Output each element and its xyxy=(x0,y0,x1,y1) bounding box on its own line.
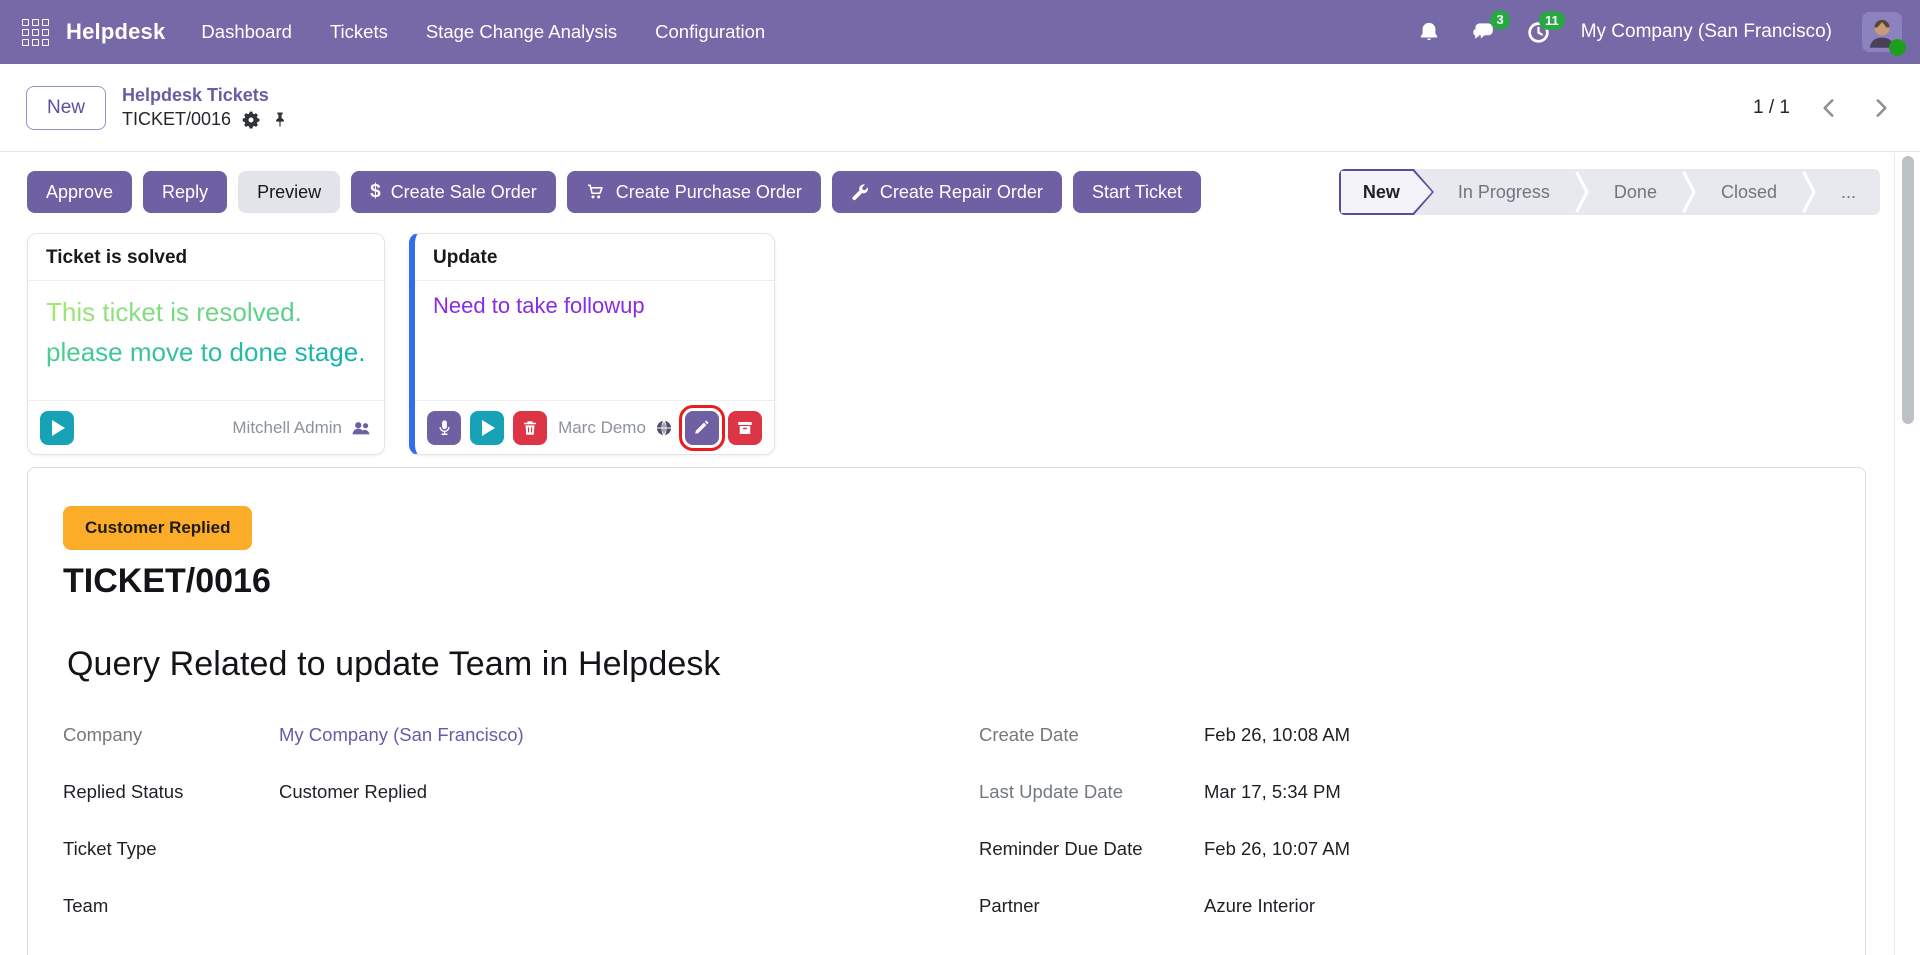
field-create-date: Create Date Feb 26, 10:08 AM xyxy=(979,724,1830,781)
play-audio-button[interactable] xyxy=(40,411,74,445)
reply-button[interactable]: Reply xyxy=(143,171,227,213)
menu-stage-change-analysis[interactable]: Stage Change Analysis xyxy=(426,21,617,43)
field-reminder-due-date: Reminder Due Date Feb 26, 10:07 AM xyxy=(979,838,1830,895)
archive-button[interactable] xyxy=(728,411,762,445)
note-card-update: Update Need to take followup Marc Demo xyxy=(409,233,775,455)
stage-separator xyxy=(1801,169,1817,215)
note-footer: Marc Demo xyxy=(415,400,774,454)
fields-left-column: Company My Company (San Francisco) Repli… xyxy=(63,724,979,955)
create-sale-order-button[interactable]: $ Create Sale Order xyxy=(351,171,556,213)
top-navbar: Helpdesk Dashboard Tickets Stage Change … xyxy=(0,0,1920,64)
field-replied-status: Replied Status Customer Replied xyxy=(63,781,979,838)
field-partner: Partner Azure Interior xyxy=(979,895,1830,952)
preview-button[interactable]: Preview xyxy=(238,171,340,213)
ticket-reference[interactable]: TICKET/0016 xyxy=(63,562,1830,601)
vertical-scrollbar[interactable] xyxy=(1894,153,1920,955)
create-repair-order-button[interactable]: Create Repair Order xyxy=(832,171,1062,213)
menu-dashboard[interactable]: Dashboard xyxy=(201,21,292,43)
note-cards-row: Ticket is solved This ticket is resolved… xyxy=(0,215,1920,455)
app-title: Helpdesk xyxy=(66,19,165,45)
field-grid: Company My Company (San Francisco) Repli… xyxy=(63,724,1830,955)
note-title: Ticket is solved xyxy=(28,234,384,281)
company-link[interactable]: My Company (San Francisco) xyxy=(279,724,979,748)
note-body: This ticket is resolved. please move to … xyxy=(28,281,384,400)
messages-count-badge: 3 xyxy=(1490,10,1509,30)
apps-grid-icon[interactable] xyxy=(20,17,50,47)
activities-clock-icon[interactable]: 11 xyxy=(1526,20,1551,45)
navbar-systray: 3 11 My Company (San Francisco) xyxy=(1418,12,1902,52)
record-pager: 1 / 1 xyxy=(1753,95,1894,121)
gear-icon[interactable] xyxy=(241,110,261,130)
stage-new[interactable]: New xyxy=(1339,169,1434,215)
menu-tickets[interactable]: Tickets xyxy=(330,21,388,43)
field-company: Company My Company (San Francisco) xyxy=(63,724,979,781)
note-author: Mitchell Admin xyxy=(232,417,372,439)
stage-closed[interactable]: Closed xyxy=(1697,169,1801,215)
microphone-button[interactable] xyxy=(427,411,461,445)
user-avatar[interactable] xyxy=(1862,12,1902,52)
customer-replied-badge: Customer Replied xyxy=(63,506,252,550)
action-buttons: Approve Reply Preview $ Create Sale Orde… xyxy=(27,171,1201,213)
play-icon xyxy=(482,420,495,436)
activities-count-badge: 11 xyxy=(1539,11,1565,31)
breadcrumb-current: TICKET/0016 xyxy=(122,109,231,130)
trash-button[interactable] xyxy=(513,411,547,445)
chevron-right-icon[interactable] xyxy=(1868,95,1894,121)
ticket-form-sheet: Customer Replied TICKET/0016 Query Relat… xyxy=(27,467,1866,955)
create-purchase-order-button[interactable]: Create Purchase Order xyxy=(567,171,821,213)
bell-icon[interactable] xyxy=(1418,21,1440,43)
note-body: Need to take followup xyxy=(415,281,774,400)
note-title: Update xyxy=(415,234,774,281)
messages-icon[interactable]: 3 xyxy=(1470,19,1496,45)
breadcrumb-parent-link[interactable]: Helpdesk Tickets xyxy=(122,85,289,106)
main-menu: Dashboard Tickets Stage Change Analysis … xyxy=(201,21,765,43)
fields-right-column: Create Date Feb 26, 10:08 AM Last Update… xyxy=(979,724,1830,955)
stage-pipeline: New In Progress Done Closed ... xyxy=(1339,169,1880,215)
online-status-dot xyxy=(1889,39,1906,56)
menu-configuration[interactable]: Configuration xyxy=(655,21,765,43)
people-group-icon xyxy=(350,417,372,439)
action-toolbar: Approve Reply Preview $ Create Sale Orde… xyxy=(0,152,1920,215)
globe-icon xyxy=(654,418,674,438)
field-ticket-type: Ticket Type xyxy=(63,838,979,895)
helpdesk-ticket-page: Helpdesk Dashboard Tickets Stage Change … xyxy=(0,0,1920,955)
approve-button[interactable]: Approve xyxy=(27,171,132,213)
stage-separator xyxy=(1574,169,1590,215)
stage-done[interactable]: Done xyxy=(1590,169,1681,215)
new-record-button[interactable]: New xyxy=(26,86,106,130)
start-ticket-button[interactable]: Start Ticket xyxy=(1073,171,1201,213)
stage-in-progress[interactable]: In Progress xyxy=(1434,169,1574,215)
breadcrumb: Helpdesk Tickets TICKET/0016 xyxy=(122,85,289,130)
play-audio-button[interactable] xyxy=(470,411,504,445)
field-last-update-date: Last Update Date Mar 17, 5:34 PM xyxy=(979,781,1830,838)
edit-pencil-button[interactable] xyxy=(685,411,719,445)
field-team: Team xyxy=(63,895,979,952)
note-card-ticket-solved: Ticket is solved This ticket is resolved… xyxy=(27,233,385,455)
company-switcher[interactable]: My Company (San Francisco) xyxy=(1581,21,1832,43)
note-author: Marc Demo xyxy=(558,418,674,438)
play-icon xyxy=(52,420,65,436)
scrollbar-thumb[interactable] xyxy=(1902,156,1914,424)
dollar-icon: $ xyxy=(370,181,381,203)
stage-more[interactable]: ... xyxy=(1817,169,1880,215)
wrench-icon xyxy=(851,183,870,202)
note-footer: Mitchell Admin xyxy=(28,400,384,454)
control-panel: New Helpdesk Tickets TICKET/0016 1 / 1 xyxy=(0,64,1920,152)
ticket-subject[interactable]: Query Related to update Team in Helpdesk xyxy=(63,645,1830,684)
chevron-left-icon[interactable] xyxy=(1816,95,1842,121)
pin-icon[interactable] xyxy=(271,111,289,129)
pager-count: 1 / 1 xyxy=(1753,97,1790,119)
stage-separator xyxy=(1681,169,1697,215)
cart-icon xyxy=(586,182,606,202)
